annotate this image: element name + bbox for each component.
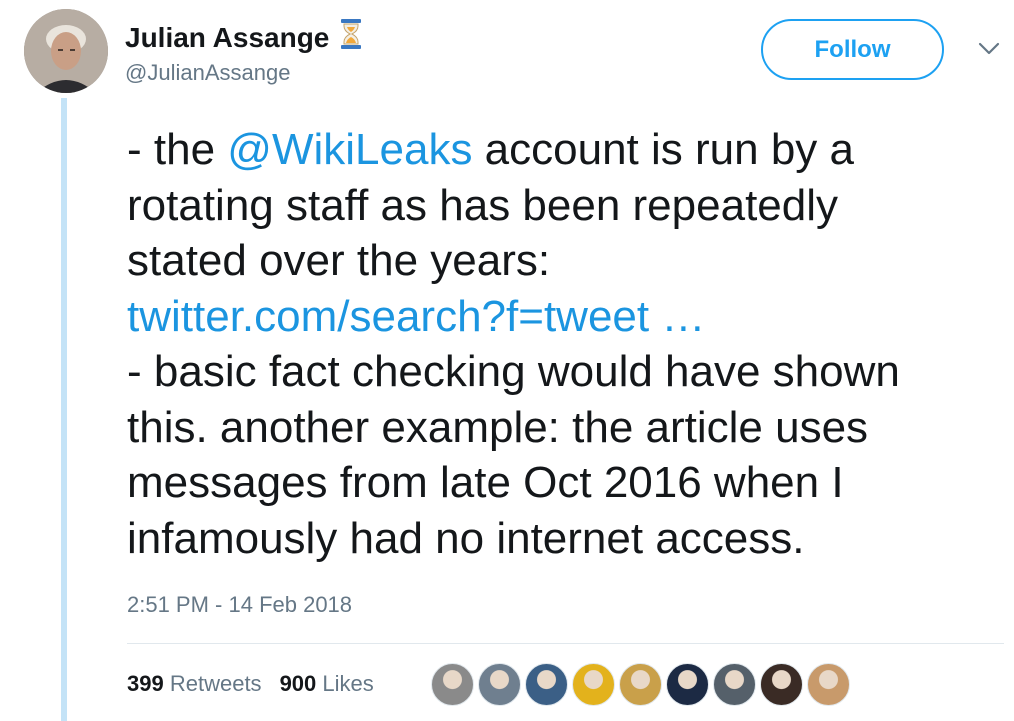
thread-connector-line: [61, 98, 67, 721]
tweet-text: - the @WikiLeaks account is run by a rot…: [127, 122, 997, 566]
tweet-line: - basic fact checking would have shown: [127, 347, 900, 396]
liker-avatar[interactable]: [760, 663, 803, 706]
liker-avatar[interactable]: [807, 663, 850, 706]
liker-avatar[interactable]: [478, 663, 521, 706]
liker-avatar[interactable]: [431, 663, 474, 706]
hourglass-icon: [339, 18, 363, 57]
retweets-count[interactable]: 399: [127, 671, 164, 696]
liker-avatar[interactable]: [713, 663, 756, 706]
tweet-text-segment: account is run by a: [472, 125, 854, 174]
likes-count[interactable]: 900: [280, 671, 317, 696]
tweet-line: messages from late Oct 2016 when I: [127, 458, 844, 507]
retweets-stat[interactable]: 399 Retweets: [127, 671, 262, 697]
liker-avatar[interactable]: [525, 663, 568, 706]
author-name-row[interactable]: Julian Assange: [125, 18, 363, 57]
retweets-label[interactable]: Retweets: [170, 671, 262, 696]
tweet-line: this. another example: the article uses: [127, 402, 869, 452]
tweet-line: infamously had no internet access.: [127, 513, 805, 563]
tweet-line: rotating staff as has been repeatedly: [127, 180, 839, 230]
tweet-line: - the @WikiLeaks account is run by a: [127, 122, 997, 178]
divider: [127, 643, 1004, 644]
tweet-stats: 399 Retweets 900 Likes: [127, 671, 374, 697]
tweet-line: stated over the years:: [127, 236, 551, 285]
author-handle[interactable]: @JulianAssange: [125, 60, 290, 86]
liker-avatar[interactable]: [666, 663, 709, 706]
liker-avatar[interactable]: [572, 663, 615, 706]
mention-link[interactable]: @WikiLeaks: [227, 125, 472, 174]
author-name[interactable]: Julian Assange: [125, 22, 329, 54]
follow-button[interactable]: Follow: [761, 19, 944, 80]
tweet-timestamp[interactable]: 2:51 PM - 14 Feb 2018: [127, 592, 352, 618]
likes-stat[interactable]: 900 Likes: [280, 671, 374, 697]
url-link[interactable]: twitter.com/search?f=tweet …: [127, 289, 997, 345]
tweet-text-segment: - the: [127, 125, 228, 174]
likes-label[interactable]: Likes: [322, 671, 373, 696]
chevron-down-icon[interactable]: [978, 42, 1000, 56]
liker-avatar[interactable]: [619, 663, 662, 706]
liker-avatars: [431, 663, 850, 706]
avatar[interactable]: [24, 9, 108, 93]
